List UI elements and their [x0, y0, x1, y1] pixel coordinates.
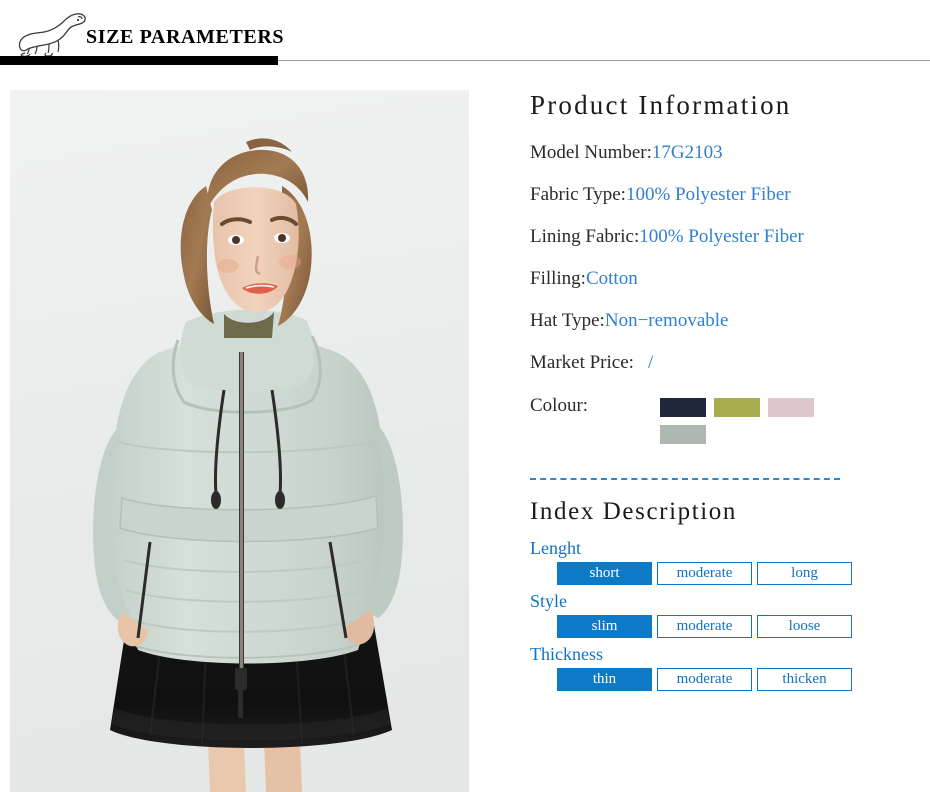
spec-value: 17G2103: [651, 142, 723, 163]
index-option-slim[interactable]: slim: [557, 615, 652, 638]
index-option-long[interactable]: long: [757, 562, 852, 585]
spec-value: /: [647, 352, 654, 373]
colour-swatch-sage-gray[interactable]: [660, 425, 706, 444]
product-information-title: Product Information: [530, 90, 792, 120]
page-header: SIZE PARAMETERS: [0, 0, 930, 70]
spec-label: Filling:: [530, 268, 586, 289]
spec-value: Non−removable: [604, 310, 729, 331]
colour-swatch-navy[interactable]: [660, 398, 706, 417]
index-label: Lenght: [530, 538, 581, 558]
colour-row: Colour:: [530, 395, 920, 444]
colour-swatch-olive-green[interactable]: [714, 398, 760, 417]
index-label: Style: [530, 591, 568, 611]
spec-value: 100% Polyester Fiber: [625, 184, 791, 205]
index-option-short[interactable]: short: [557, 562, 652, 585]
index-option-thin[interactable]: thin: [557, 668, 652, 691]
spec-row-model-number: Model Number:17G2103: [530, 143, 920, 162]
page-title: SIZE PARAMETERS: [86, 26, 285, 48]
product-photo: [10, 90, 469, 792]
colour-swatch-dusty-pink[interactable]: [768, 398, 814, 417]
section-divider: [530, 478, 840, 480]
colour-swatch-group: [660, 395, 830, 444]
spec-row-lining-fabric: Lining Fabric:100% Polyester Fiber: [530, 227, 920, 246]
index-label: Thickness: [530, 644, 603, 664]
index-group-style: Style slim moderate loose: [530, 591, 920, 638]
index-options: slim moderate loose: [557, 615, 920, 638]
spec-row-fabric-type: Fabric Type:100% Polyester Fiber: [530, 185, 920, 204]
spec-label: Model Number:: [530, 142, 652, 163]
spec-row-market-price: Market Price: /: [530, 353, 920, 372]
index-option-thicken[interactable]: thicken: [757, 668, 852, 691]
header-accent-bar: [0, 56, 278, 65]
polar-bear-logo-icon: [16, 8, 88, 58]
spec-label: Market Price:: [530, 352, 634, 373]
spec-label: Hat Type:: [530, 310, 605, 331]
spec-value: 100% Polyester Fiber: [639, 226, 804, 247]
index-option-moderate[interactable]: moderate: [657, 562, 752, 585]
model-illustration: [10, 90, 469, 792]
index-group-lenght: Lenght short moderate long: [530, 538, 920, 585]
index-option-loose[interactable]: loose: [757, 615, 852, 638]
index-options: thin moderate thicken: [557, 668, 920, 691]
spec-label: Fabric Type:: [530, 184, 626, 205]
spec-row-filling: Filling:Cotton: [530, 269, 920, 288]
spec-label: Lining Fabric:: [530, 226, 640, 247]
colour-label: Colour:: [530, 395, 589, 416]
index-options: short moderate long: [557, 562, 920, 585]
index-option-moderate[interactable]: moderate: [657, 615, 752, 638]
spec-value: Cotton: [585, 268, 638, 289]
product-info-panel: Product Information Model Number:17G2103…: [530, 90, 920, 697]
index-group-thickness: Thickness thin moderate thicken: [530, 644, 920, 691]
spec-row-hat-type: Hat Type:Non−removable: [530, 311, 920, 330]
index-option-moderate[interactable]: moderate: [657, 668, 752, 691]
index-description-title: Index Description: [530, 498, 738, 525]
